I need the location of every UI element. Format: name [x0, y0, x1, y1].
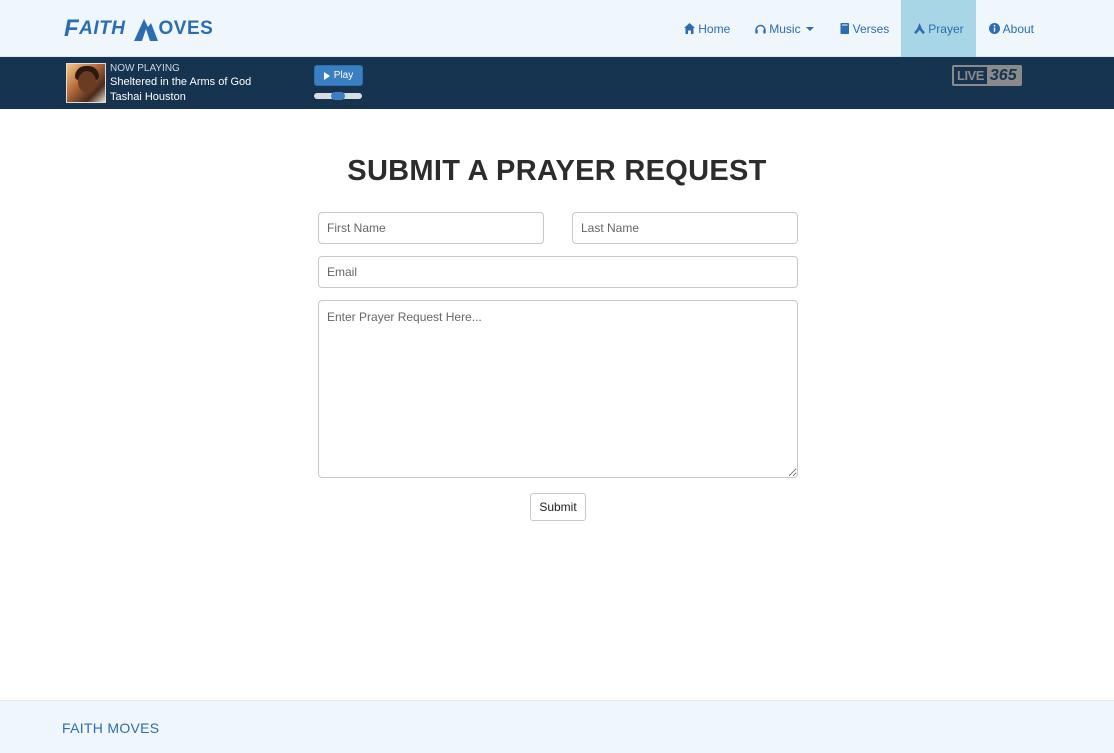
nav-home-label: Home [698, 21, 731, 36]
book-icon [838, 22, 851, 35]
volume-slider-thumb[interactable] [331, 92, 345, 100]
logo-word-second: OVES [158, 18, 214, 39]
email-field[interactable] [318, 256, 798, 288]
home-icon [683, 22, 696, 35]
page-title: SUBMIT A PRAYER REQUEST [347, 155, 767, 187]
logo-word-rest: AITH [79, 18, 126, 39]
nav-verses-label: Verses [852, 21, 890, 36]
last-name-field[interactable] [572, 212, 798, 244]
mountain-logo-icon [133, 19, 158, 41]
footer-brand: FAITH MOVES [62, 720, 160, 736]
nav-prayer-label: Prayer [928, 21, 964, 36]
headphones-icon [754, 22, 767, 35]
main-nav: Home Music Verses Prayer About [671, 0, 1046, 57]
live365-logo-left: LIVE [954, 67, 987, 84]
nav-about[interactable]: About [976, 0, 1046, 57]
top-navbar: F AITH OVES Home Music Verses Prayer Abo… [0, 0, 1114, 57]
album-art-face [78, 71, 96, 93]
live365-logo[interactable]: LIVE 365 [952, 65, 1022, 86]
track-title: Sheltered in the Arms of God [110, 76, 252, 88]
first-name-field[interactable] [318, 212, 544, 244]
brand-logo[interactable]: F AITH OVES [64, 14, 213, 44]
logo-initial: F [64, 15, 80, 42]
submit-button[interactable]: Submit [530, 493, 586, 521]
album-art [66, 63, 106, 103]
volume-slider[interactable] [314, 92, 362, 100]
now-playing-bar: NOW PLAYING Sheltered in the Arms of God… [0, 57, 1114, 109]
nav-about-label: About [1002, 21, 1034, 36]
nav-verses[interactable]: Verses [826, 0, 902, 57]
prayer-request-textarea[interactable] [318, 300, 798, 478]
now-playing-label: NOW PLAYING [110, 63, 180, 74]
play-button-label: Play [333, 70, 354, 81]
nav-music[interactable]: Music [742, 0, 825, 57]
nav-music-label: Music [769, 21, 801, 36]
nav-home[interactable]: Home [671, 0, 742, 57]
nav-prayer[interactable]: Prayer [901, 0, 976, 57]
play-icon [323, 71, 330, 80]
track-artist: Tashai Houston [110, 91, 186, 103]
praying-hands-icon [913, 22, 926, 35]
footer: FAITH MOVES [0, 700, 1114, 753]
live365-logo-right: 365 [986, 67, 1020, 84]
chevron-down-icon [805, 26, 814, 31]
info-circle-icon [988, 22, 1001, 35]
play-button[interactable]: Play [314, 65, 363, 86]
